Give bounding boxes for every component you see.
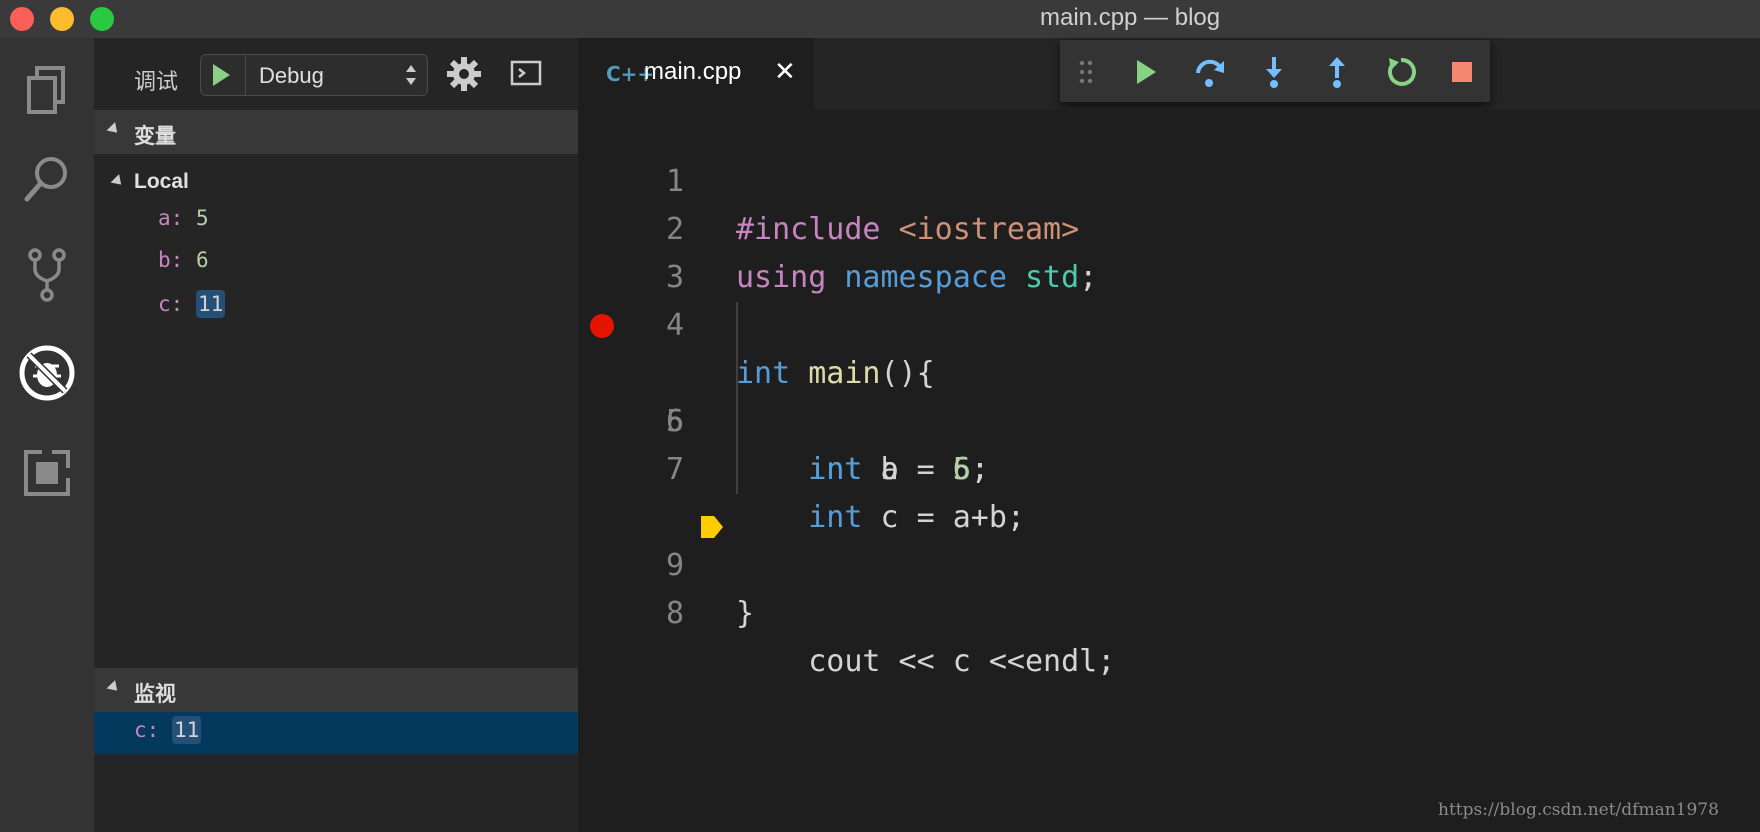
debug-console-icon[interactable] — [510, 60, 542, 91]
variable-value: 6 — [195, 248, 209, 272]
watermark: https://blog.csdn.net/dfman1978 — [1438, 800, 1719, 820]
continue-icon[interactable] — [1126, 52, 1166, 92]
tab-label: main.cpp — [644, 58, 742, 85]
code-line[interactable]: 3 — [578, 206, 1760, 295]
code-editor[interactable]: 1 #include <iostream> 2 using namespace … — [578, 110, 1760, 832]
variables-section-header[interactable]: 变量 — [94, 110, 578, 154]
source-control-icon[interactable] — [0, 230, 94, 320]
step-into-icon[interactable] — [1254, 52, 1294, 92]
code-line[interactable]: 6 int b = 6; — [578, 350, 1760, 487]
watch-name: c: — [134, 718, 160, 742]
debug-toolbar — [1060, 40, 1490, 102]
stop-icon[interactable] — [1442, 52, 1482, 92]
search-icon[interactable] — [0, 134, 94, 224]
variables-section-title: 变量 — [134, 125, 176, 148]
collapse-icon — [106, 122, 122, 137]
close-tab-icon[interactable]: ✕ — [774, 56, 796, 87]
code-token: } — [736, 596, 755, 631]
title-bar: main.cpp — blog — [0, 0, 1760, 38]
variable-name: b: — [158, 248, 184, 272]
debug-config-name: Debug — [259, 63, 324, 88]
gear-icon[interactable] — [446, 56, 482, 97]
code-line[interactable]: 9 } — [578, 494, 1760, 631]
step-out-icon[interactable] — [1317, 52, 1357, 92]
start-debugging-icon[interactable] — [211, 63, 231, 92]
variable-row[interactable]: a: 5 — [158, 206, 209, 246]
explorer-icon[interactable] — [0, 46, 94, 136]
watch-section-header[interactable]: 监视 — [94, 668, 578, 712]
code-line[interactable]: 7 int c = a+b; — [578, 398, 1760, 535]
scope-label: Local — [134, 170, 189, 193]
select-arrows-icon — [405, 63, 417, 92]
variable-value-changed: 11 — [195, 290, 226, 318]
code-line-current[interactable]: 8 cout << c <<endl; — [578, 446, 1760, 679]
debug-view-label: 调试 — [134, 69, 179, 94]
code-text: cout << c <<endl; — [736, 638, 1115, 686]
collapse-icon — [106, 680, 122, 695]
debug-icon[interactable] — [0, 328, 94, 418]
code-token: cout << c <<endl; — [736, 644, 1116, 679]
activity-bar — [0, 38, 94, 832]
zoom-window-button[interactable] — [90, 7, 114, 31]
line-number: 9 — [665, 548, 684, 583]
window-title: main.cpp — blog — [1040, 4, 1221, 31]
variable-value: 5 — [195, 206, 209, 230]
expand-icon — [110, 174, 126, 189]
debug-sidebar: 调试 Debug 变量 Local a: 5 b: 6 c: 11 监视 c: … — [94, 38, 578, 832]
variable-row[interactable]: c: 11 — [158, 290, 226, 332]
code-text: } — [736, 590, 754, 638]
watch-expression-row[interactable]: c: 11 — [94, 712, 578, 754]
extensions-icon[interactable] — [0, 428, 94, 518]
debug-config-select[interactable]: Debug — [200, 54, 428, 96]
step-over-icon[interactable] — [1190, 52, 1230, 92]
variable-row[interactable]: b: 6 — [158, 248, 209, 288]
close-window-button[interactable] — [10, 7, 34, 31]
code-line[interactable]: 1 #include <iostream> — [578, 110, 1760, 247]
watch-section-title: 监视 — [134, 683, 176, 706]
variable-name: a: — [158, 206, 184, 230]
scope-local[interactable]: Local — [94, 162, 578, 202]
code-line[interactable]: 2 using namespace std; — [578, 158, 1760, 295]
minimize-window-button[interactable] — [50, 7, 74, 31]
config-separator — [245, 55, 246, 95]
code-line[interactable]: 4 int main(){ — [578, 254, 1760, 391]
watch-value: 11 — [171, 716, 202, 744]
tab-main-cpp[interactable]: C++ main.cpp ✕ — [578, 38, 814, 110]
drag-handle-icon[interactable] — [1066, 52, 1106, 92]
breakpoint-icon[interactable] — [590, 314, 614, 338]
restart-icon[interactable] — [1381, 52, 1421, 92]
code-line[interactable]: 5 int a = 5; — [578, 302, 1760, 487]
variable-name: c: — [158, 292, 184, 316]
